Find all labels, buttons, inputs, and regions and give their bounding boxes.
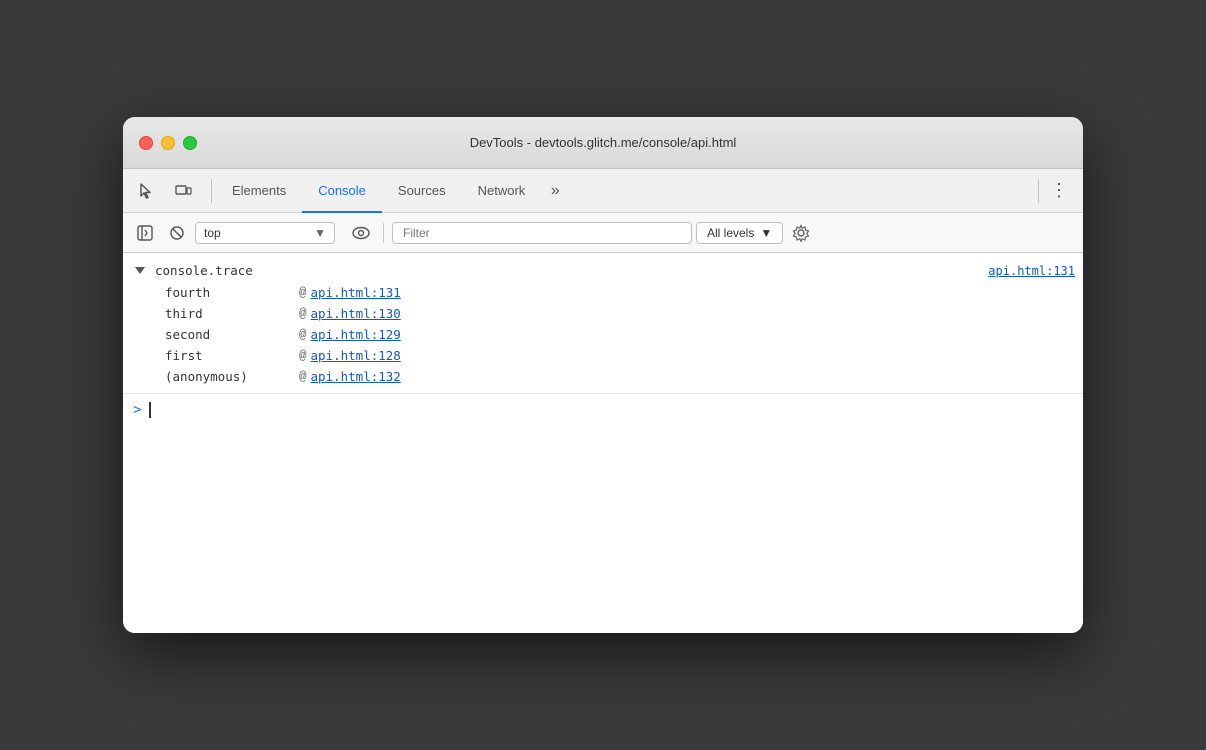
tabs: Elements Console Sources Network »	[216, 169, 1034, 213]
trace-link-3[interactable]: api.html:128	[311, 348, 401, 363]
trace-label: console.trace	[155, 263, 253, 278]
tab-sources[interactable]: Sources	[382, 169, 462, 213]
more-tabs-button[interactable]: »	[541, 177, 569, 205]
filter-input[interactable]	[403, 226, 681, 240]
tabbar: Elements Console Sources Network » ⋮	[123, 169, 1083, 213]
close-button[interactable]	[139, 136, 153, 150]
trace-func-3: first	[165, 348, 295, 363]
gear-icon	[792, 224, 810, 242]
trace-link-2[interactable]: api.html:129	[311, 327, 401, 342]
settings-button[interactable]	[787, 219, 815, 247]
table-row: fourth @ api.html:131	[135, 282, 1075, 303]
tab-network[interactable]: Network	[462, 169, 542, 213]
filter-wrap	[392, 222, 692, 244]
table-row: (anonymous) @ api.html:132	[135, 366, 1075, 387]
traffic-lights	[139, 136, 197, 150]
cursor-icon	[138, 182, 156, 200]
device-icon	[174, 182, 192, 200]
trace-header-left: console.trace	[135, 263, 253, 278]
inspect-element-button[interactable]	[131, 175, 163, 207]
trace-func-4: (anonymous)	[165, 369, 295, 384]
console-content: console.trace api.html:131 fourth @ api.…	[123, 253, 1083, 633]
trace-header: console.trace api.html:131	[135, 259, 1075, 282]
context-selector[interactable]: top ▼	[195, 222, 335, 244]
trace-at-3: @	[299, 349, 307, 363]
console-input-row: >	[123, 393, 1083, 426]
maximize-button[interactable]	[183, 136, 197, 150]
trace-link-0[interactable]: api.html:131	[311, 285, 401, 300]
table-row: third @ api.html:130	[135, 303, 1075, 324]
device-toolbar-button[interactable]	[167, 175, 199, 207]
titlebar: DevTools - devtools.glitch.me/console/ap…	[123, 117, 1083, 169]
trace-func-0: fourth	[165, 285, 295, 300]
block-icon	[169, 225, 185, 241]
tab-console[interactable]: Console	[302, 169, 382, 213]
more-options-button[interactable]: ⋮	[1043, 175, 1075, 207]
trace-at-4: @	[299, 370, 307, 384]
console-cursor	[149, 402, 151, 418]
table-row: first @ api.html:128	[135, 345, 1075, 366]
trace-at-0: @	[299, 286, 307, 300]
trace-group: console.trace api.html:131 fourth @ api.…	[123, 253, 1083, 393]
trace-link-4[interactable]: api.html:132	[311, 369, 401, 384]
trace-at-1: @	[299, 307, 307, 321]
levels-arrow: ▼	[760, 226, 772, 240]
log-levels-button[interactable]: All levels ▼	[696, 222, 783, 244]
right-separator	[1038, 179, 1039, 203]
eye-icon	[352, 226, 370, 240]
trace-header-location[interactable]: api.html:131	[988, 264, 1075, 278]
trace-link-1[interactable]: api.html:130	[311, 306, 401, 321]
tab-elements[interactable]: Elements	[216, 169, 302, 213]
tabbar-icons	[131, 175, 199, 207]
sidebar-icon	[137, 225, 153, 241]
trace-func-2: second	[165, 327, 295, 342]
tab-separator	[211, 179, 212, 203]
console-prompt: >	[133, 402, 141, 418]
trace-at-2: @	[299, 328, 307, 342]
window-title: DevTools - devtools.glitch.me/console/ap…	[470, 135, 737, 150]
expand-toggle[interactable]	[135, 267, 145, 274]
console-toolbar: top ▼ All levels ▼	[123, 213, 1083, 253]
filter-separator	[383, 223, 384, 243]
devtools-window: DevTools - devtools.glitch.me/console/ap…	[123, 117, 1083, 633]
table-row: second @ api.html:129	[135, 324, 1075, 345]
tabbar-right: ⋮	[1034, 175, 1075, 207]
trace-func-1: third	[165, 306, 295, 321]
block-button[interactable]	[163, 219, 191, 247]
clear-console-button[interactable]	[131, 219, 159, 247]
context-arrow: ▼	[314, 226, 326, 240]
live-expression-button[interactable]	[347, 219, 375, 247]
minimize-button[interactable]	[161, 136, 175, 150]
